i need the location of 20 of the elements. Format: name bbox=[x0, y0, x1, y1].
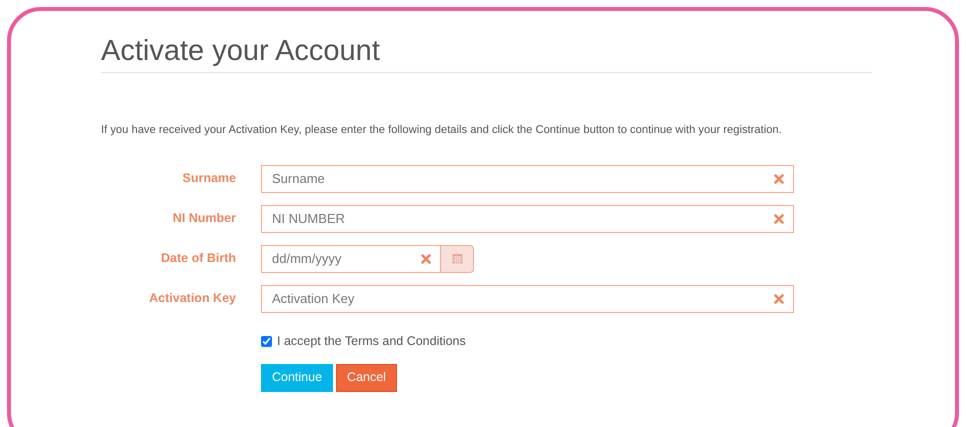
field-label: Date of Birth bbox=[160, 250, 236, 268]
input-field[interactable]: Surname bbox=[261, 164, 794, 193]
intro-text: If you have received your Activation Key, please enter the following details and click the Continue button to continue with your registration. bbox=[101, 123, 783, 138]
field-label: Activation Key bbox=[148, 290, 236, 308]
clear-icon[interactable] bbox=[774, 294, 784, 304]
calendar-button[interactable] bbox=[440, 244, 474, 273]
clear-icon[interactable] bbox=[774, 214, 784, 224]
input-field[interactable]: dd/mm/yyyy bbox=[261, 244, 441, 273]
clear-icon[interactable] bbox=[774, 174, 784, 184]
continue-button[interactable]: Continue bbox=[261, 364, 334, 392]
cancel-button[interactable]: Cancel bbox=[336, 364, 397, 392]
input-field[interactable]: Activation Key bbox=[261, 284, 794, 313]
terms-label: I accept the Terms and Conditions bbox=[277, 332, 466, 350]
terms-checkbox[interactable] bbox=[261, 336, 272, 347]
input-field[interactable]: NI NUMBER bbox=[261, 204, 794, 233]
calendar-icon bbox=[452, 253, 462, 264]
page-title: Activate your Account bbox=[101, 33, 872, 73]
field-label: NI Number bbox=[172, 210, 236, 228]
field-label: Surname bbox=[182, 170, 236, 188]
clear-icon[interactable] bbox=[421, 254, 431, 264]
